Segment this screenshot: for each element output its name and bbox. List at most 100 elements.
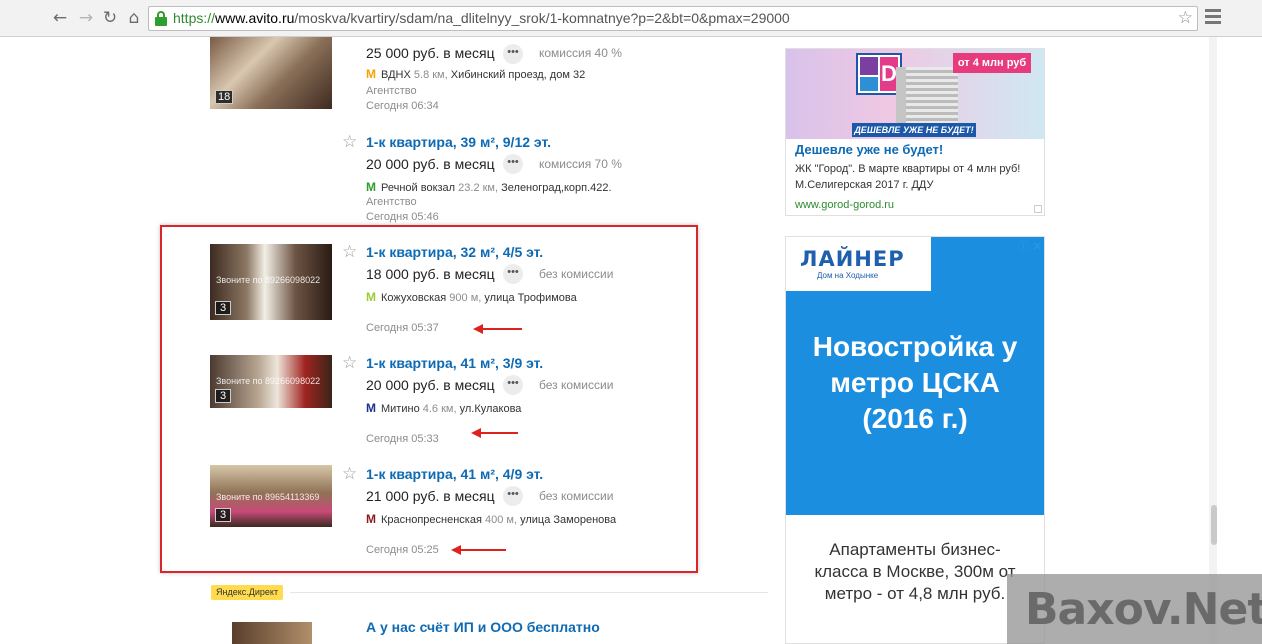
home-icon[interactable]: ⌂	[124, 8, 144, 28]
photo-watermark: Звоните по 89654113369	[216, 492, 320, 502]
listing-title[interactable]: 1-к квартира, 41 м², 3/9 эт.	[366, 355, 543, 371]
metro-icon: M	[366, 290, 376, 304]
site-watermark: Baxov.Net	[1007, 574, 1262, 644]
listing-address: ул.Кулакова	[459, 403, 522, 415]
photo-count-badge: 3	[215, 389, 231, 403]
listing-title[interactable]: 1-к квартира, 39 м², 9/12 эт.	[366, 134, 551, 150]
photo-watermark: Звоните по 89266098022	[216, 376, 321, 386]
listing-date: Сегодня 05:33	[366, 433, 439, 445]
metro-distance: 900 м,	[449, 292, 482, 304]
seller-type: Агентство	[366, 85, 417, 97]
url-path: /moskva/kvartiry/sdam/na_dlitelnyy_srok/…	[294, 10, 790, 26]
listing-address: улица Трофимова	[484, 292, 577, 304]
scrollbar-track[interactable]	[1209, 37, 1217, 644]
metro-station[interactable]: Краснопресненская	[381, 514, 482, 526]
seller-type: Агентство	[366, 196, 417, 208]
listing-address: Зеленоград,корп.422.	[501, 182, 612, 194]
ad-title[interactable]: Дешевле уже не будет!	[795, 142, 943, 157]
ad-headline: Новостройка у метро ЦСКА (2016 г.)	[812, 331, 1018, 434]
ad-ribbon: ДЕШЕВЛЕ УЖЕ НЕ БУДЕТ!	[852, 123, 976, 137]
favorite-star-icon[interactable]: ☆	[342, 133, 357, 151]
divider	[290, 592, 768, 593]
listing-item[interactable]: Звоните по 89266098022 3 ☆ 1-к квартира,…	[210, 243, 710, 343]
metro-station[interactable]: Кожуховская	[381, 292, 446, 304]
metro-icon: M	[366, 401, 376, 415]
listing-commission: комиссия 40 %	[539, 46, 622, 60]
listing-photo[interactable]: 18	[210, 37, 332, 109]
scrollbar-thumb[interactable]	[1211, 505, 1217, 545]
listing-price: 20 000 руб. в месяц	[366, 156, 495, 172]
listing-photo[interactable]: Звоните по 89654113369 3	[210, 465, 332, 527]
listing-title[interactable]: 1-к квартира, 41 м², 4/9 эт.	[366, 466, 543, 482]
listing-commission: без комиссии	[539, 378, 614, 392]
listing-date: Сегодня 05:37	[366, 322, 439, 334]
more-options-button[interactable]: •••	[503, 44, 523, 64]
listing-location: M ВДНХ 5.8 км, Хибинский проезд, дом 32	[366, 67, 585, 81]
url-host: www.avito.ru	[215, 10, 295, 26]
ad-gorod[interactable]: D от 4 млн руб ДЕШЕВЛЕ УЖЕ НЕ БУДЕТ! Деш…	[785, 48, 1045, 216]
menu-icon[interactable]	[1205, 9, 1221, 25]
url-text[interactable]: https://www.avito.ru/moskva/kvartiry/sda…	[173, 10, 790, 26]
listing-photo[interactable]: Звоните по 89266098022 3	[210, 244, 332, 320]
listing-photo[interactable]: Звоните по 89266098022 3	[210, 355, 332, 408]
liner-logo-subtitle: Дом на Ходынке	[817, 271, 879, 280]
metro-station[interactable]: Митино	[381, 403, 420, 415]
listing-commission: без комиссии	[539, 267, 614, 281]
more-options-button[interactable]: •••	[503, 486, 523, 506]
ad-info-icon[interactable]	[1034, 205, 1042, 213]
reload-icon[interactable]: ↻	[100, 8, 120, 28]
forward-arrow-icon[interactable]: →	[76, 8, 96, 28]
address-bar[interactable]: https://www.avito.ru/moskva/kvartiry/sda…	[148, 6, 1198, 31]
metro-station[interactable]: Речной вокзал	[381, 182, 455, 194]
listing-address: Хибинский проезд, дом 32	[450, 69, 586, 81]
photo-count-badge: 3	[215, 508, 231, 522]
back-arrow-icon[interactable]: ←	[50, 8, 70, 28]
more-options-button[interactable]: •••	[503, 154, 523, 174]
photo-count-badge: 18	[215, 90, 234, 104]
browser-toolbar: ← → ↻ ⌂ https://www.avito.ru/moskva/kvar…	[0, 0, 1262, 37]
watermark-text: Baxov.Net	[1025, 584, 1262, 635]
liner-logo: ЛАЙНЕР	[800, 247, 905, 271]
listing-location: M Митино 4.6 км, ул.Кулакова	[366, 401, 521, 415]
photo-count-badge: 3	[215, 301, 231, 315]
listing-location: M Краснопресненская 400 м, улица Заморено…	[366, 512, 616, 526]
listing-price: 21 000 руб. в месяц	[366, 488, 495, 504]
favorite-star-icon[interactable]: ☆	[342, 465, 357, 483]
bookmark-star-icon[interactable]: ☆	[1178, 8, 1193, 28]
lock-icon	[154, 11, 168, 26]
metro-icon: M	[366, 512, 376, 526]
more-options-button[interactable]: •••	[503, 375, 523, 395]
red-arrow-annotation	[473, 324, 522, 334]
listing-date: Сегодня 05:46	[366, 211, 439, 223]
ad-text: ЖК "Город". В марте квартиры от 4 млн ру…	[795, 163, 1021, 191]
metro-distance: 23.2 км,	[458, 182, 499, 194]
adchoices-close-icon[interactable]: ⓘ ✕	[1018, 238, 1042, 254]
listing-item[interactable]: 18 25 000 руб. в месяц ••• комиссия 40 %…	[210, 37, 710, 117]
ad-banner-image[interactable]: D от 4 млн руб ДЕШЕВЛЕ УЖЕ НЕ БУДЕТ!	[786, 49, 1044, 139]
ad-url[interactable]: www.gorod-gorod.ru	[795, 199, 894, 211]
yandex-direct-label[interactable]: Яндекс.Директ	[211, 585, 284, 600]
metro-station[interactable]: ВДНХ	[381, 69, 411, 81]
ad-liner[interactable]: ЛАЙНЕР Дом на Ходынке ⓘ ✕ Новостройка у …	[785, 236, 1045, 644]
listing-location: M Кожуховская 900 м, улица Трофимова	[366, 290, 577, 304]
favorite-star-icon[interactable]: ☆	[342, 243, 357, 261]
listing-address: улица Заморенова	[520, 514, 617, 526]
listing-commission: без комиссии	[539, 489, 614, 503]
listing-price: 20 000 руб. в месяц	[366, 377, 495, 393]
listing-title[interactable]: 1-к квартира, 32 м², 4/5 эт.	[366, 244, 543, 260]
red-arrow-annotation	[471, 428, 518, 438]
ad-title[interactable]: А у нас счёт ИП и ООО бесплатно	[366, 619, 600, 635]
listing-price: 18 000 руб. в месяц	[366, 266, 495, 282]
ad-photo[interactable]	[232, 622, 312, 644]
listing-item[interactable]: Звоните по 89266098022 3 ☆ 1-к квартира,…	[210, 354, 710, 454]
ad-header: ЛАЙНЕР Дом на Ходынке ⓘ ✕	[786, 237, 1044, 291]
red-arrow-annotation	[451, 545, 506, 555]
listing-date: Сегодня 05:25	[366, 544, 439, 556]
listing-item[interactable]: ☆ 1-к квартира, 39 м², 9/12 эт. 20 000 р…	[210, 133, 710, 225]
photo-watermark: Звоните по 89266098022	[216, 275, 321, 285]
favorite-star-icon[interactable]: ☆	[342, 354, 357, 372]
listing-item[interactable]: Звоните по 89654113369 3 ☆ 1-к квартира,…	[210, 465, 710, 565]
more-options-button[interactable]: •••	[503, 264, 523, 284]
listing-date: Сегодня 06:34	[366, 100, 439, 112]
metro-icon: M	[366, 67, 376, 81]
